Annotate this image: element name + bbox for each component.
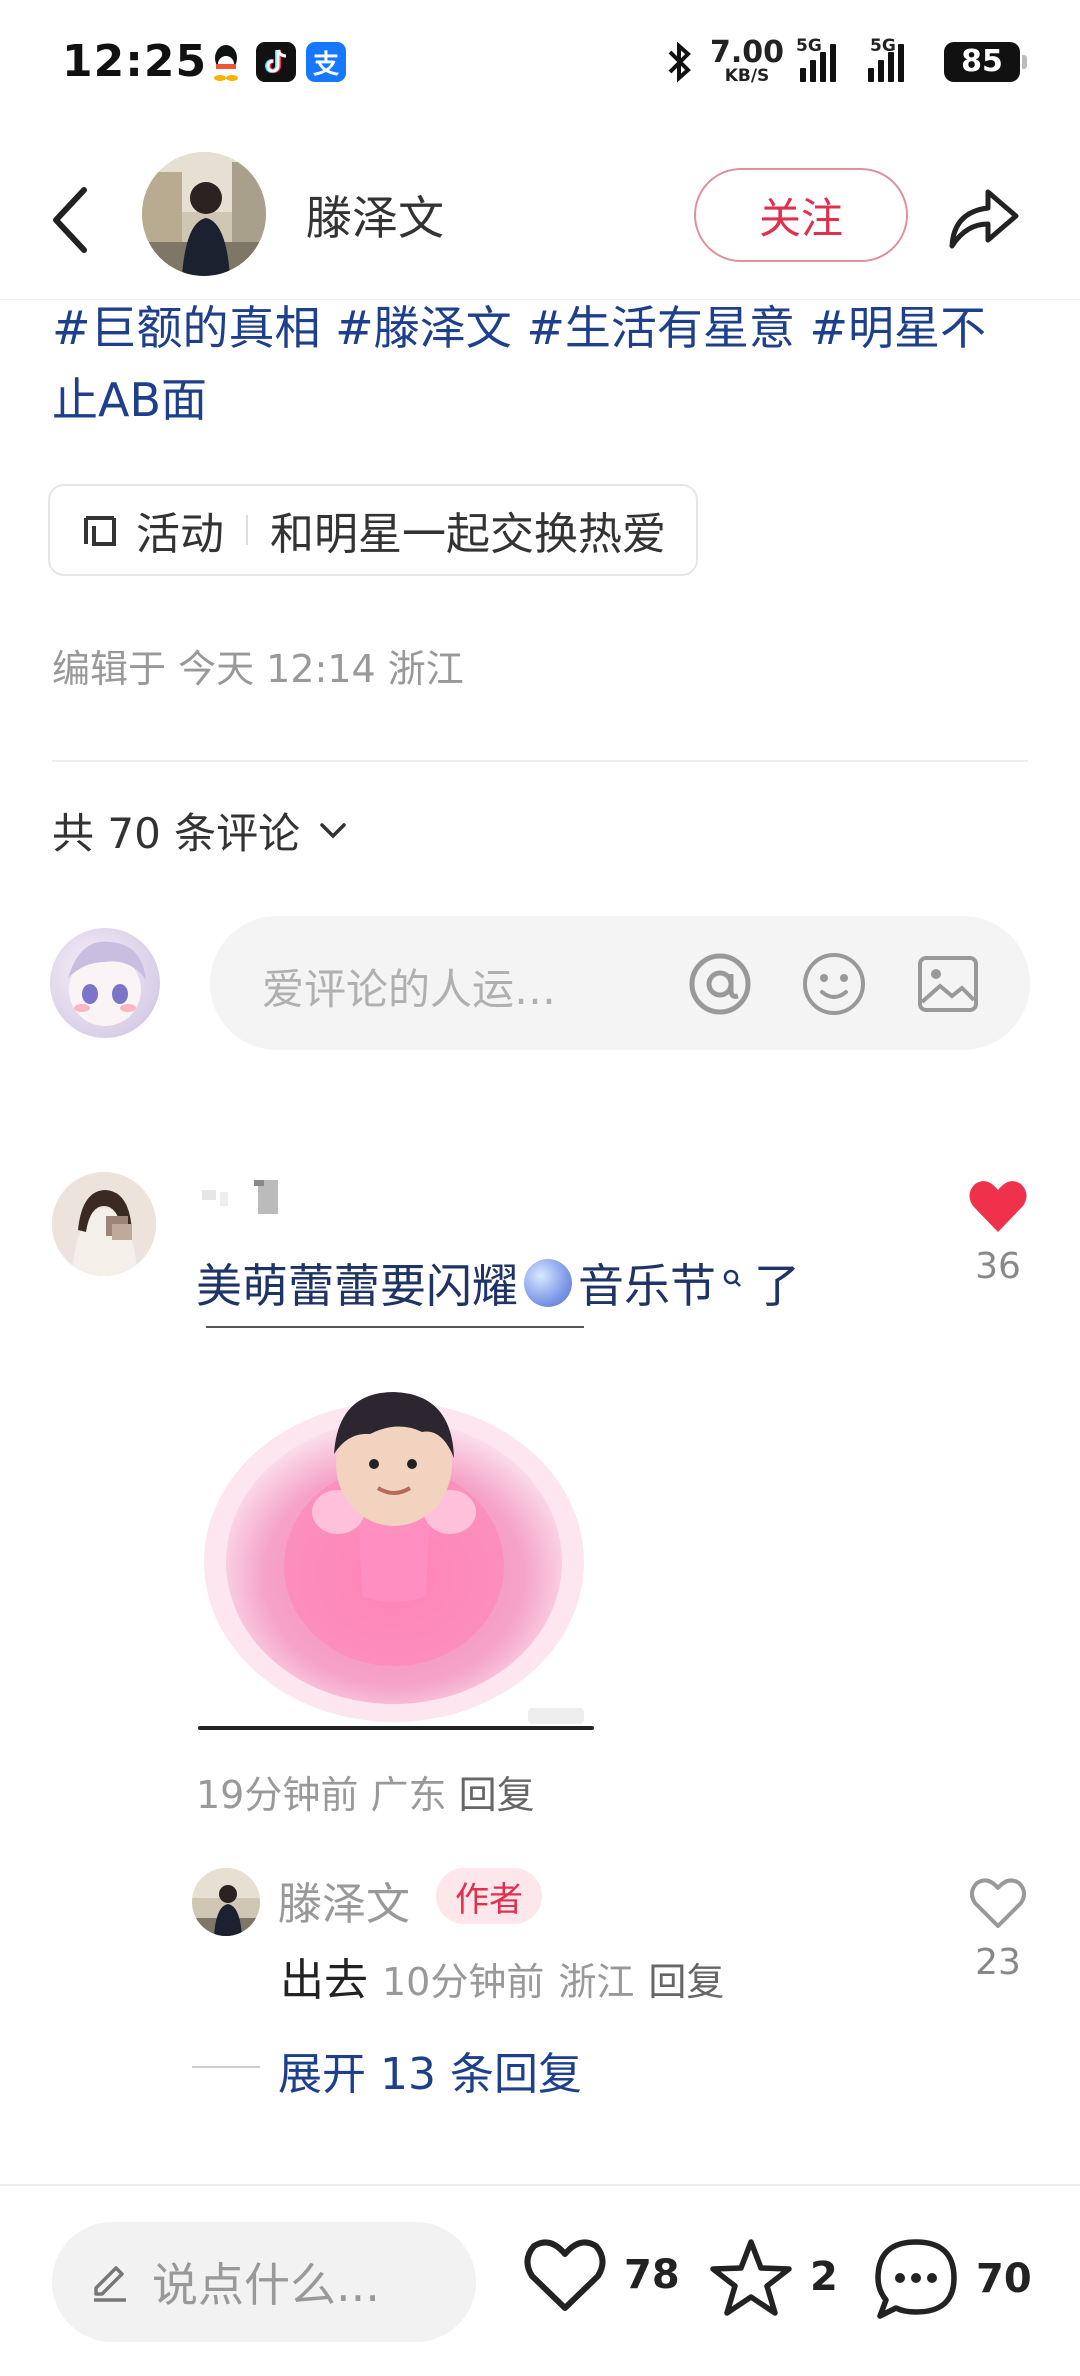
comment-like-count: 36: [975, 1246, 1021, 1287]
expand-replies-button[interactable]: 展开 13 条回复: [278, 2038, 582, 2102]
post-hashtags[interactable]: #巨额的真相 #滕泽文 #生活有星意 #明星不止AB面: [52, 292, 1032, 436]
say-something-input[interactable]: 说点什么...: [52, 2222, 476, 2342]
alipay-icon: 支: [306, 42, 346, 82]
reply-text: 出去: [280, 1955, 368, 2006]
say-something-placeholder: 说点什么...: [152, 2258, 380, 2312]
image-icon[interactable]: [914, 950, 982, 1018]
comment-input[interactable]: 爱评论的人运…: [210, 916, 1030, 1050]
signal-icon-2: 5G: [868, 36, 928, 82]
chevron-down-icon: [320, 822, 346, 838]
heart-outline-icon: [524, 2239, 606, 2311]
commenter-avatar[interactable]: [52, 1172, 156, 1276]
commenter-name-redacted[interactable]: [198, 1178, 288, 1220]
divider: [52, 760, 1028, 762]
status-time: 12:25: [62, 36, 208, 87]
comment-location: 广东: [370, 1773, 447, 1817]
comment-count-label: 共 70 条评论: [52, 809, 301, 858]
emoji-icon[interactable]: [800, 950, 868, 1018]
collect-count: 2: [810, 2254, 838, 2300]
comment-bubble-icon: [875, 2239, 957, 2319]
share-icon[interactable]: [940, 176, 1024, 260]
comment-text[interactable]: 美萌蕾蕾要闪耀 音乐节 了: [196, 1250, 800, 1316]
heart-filled-icon: [969, 1181, 1027, 1232]
activity-separator: [246, 515, 248, 545]
back-arrow-icon[interactable]: [46, 180, 96, 260]
comment-reply-button[interactable]: 回复: [459, 1773, 535, 1817]
author-name[interactable]: 滕泽文: [306, 182, 444, 248]
my-avatar[interactable]: [50, 928, 160, 1038]
comment-like-button[interactable]: 36: [960, 1178, 1036, 1287]
reply-body[interactable]: 出去 10分钟前 浙江 回复: [280, 1944, 724, 2008]
star-icon: [710, 2239, 792, 2316]
reply-like-count: 23: [975, 1942, 1021, 1983]
search-small-icon: [723, 1269, 741, 1287]
qq-icon: [206, 42, 246, 82]
reply-like-button[interactable]: 23: [960, 1876, 1036, 1983]
comment-total-count: 70: [976, 2256, 1032, 2302]
author-badge: 作者: [436, 1868, 542, 1924]
globe-emoji-icon: [524, 1259, 572, 1307]
reply-time: 10分钟前: [382, 1960, 545, 2004]
sticker-image[interactable]: [198, 1336, 598, 1732]
bluetooth-icon: [668, 41, 691, 82]
pencil-icon: [94, 2266, 126, 2302]
activity-chip[interactable]: 活动 和明星一起交换热爱: [48, 484, 698, 576]
comment-time: 19分钟前: [196, 1773, 359, 1817]
edited-info: 编辑于 今天 12:14 浙江: [52, 647, 464, 691]
like-button[interactable]: 78: [522, 2236, 680, 2314]
sticker-top-line: [206, 1326, 584, 1328]
activity-title: 和明星一起交换热爱: [270, 509, 666, 560]
at-icon[interactable]: [686, 950, 754, 1018]
activity-label: 活动: [136, 509, 224, 560]
signal-icon: 5G: [796, 36, 852, 82]
heart-outline-icon: [970, 1878, 1026, 1928]
tiktok-icon: [256, 42, 296, 82]
status-bar: 12:25 支 7.00 KB/S 5G 5G 85: [0, 0, 1080, 130]
reply-reply-button[interactable]: 回复: [648, 1960, 724, 2004]
comment-input-placeholder: 爱评论的人运…: [262, 965, 557, 1014]
collect-button[interactable]: 2: [708, 2236, 838, 2318]
reply-location: 浙江: [558, 1960, 635, 2004]
battery-indicator: 85: [944, 41, 1027, 82]
like-count: 78: [624, 2252, 680, 2298]
comment-meta: 19分钟前 广东 回复: [196, 1764, 535, 1819]
reply-author-avatar[interactable]: [192, 1868, 260, 1936]
post-header: 滕泽文 关注: [0, 140, 1080, 300]
expand-divider: [192, 2066, 260, 2068]
author-avatar[interactable]: [142, 152, 266, 276]
network-speed: 7.00 KB/S: [709, 35, 784, 86]
activity-icon: [84, 516, 116, 546]
comment-button[interactable]: 70: [872, 2236, 1032, 2322]
follow-button[interactable]: 关注: [694, 168, 908, 262]
bottom-action-bar: 说点什么... 78 2 70: [0, 2184, 1080, 2376]
sticker-bottom-line: [198, 1726, 594, 1730]
comment-count-sort[interactable]: 共 70 条评论: [52, 800, 348, 861]
reply-author-name[interactable]: 滕泽文: [278, 1868, 410, 1932]
